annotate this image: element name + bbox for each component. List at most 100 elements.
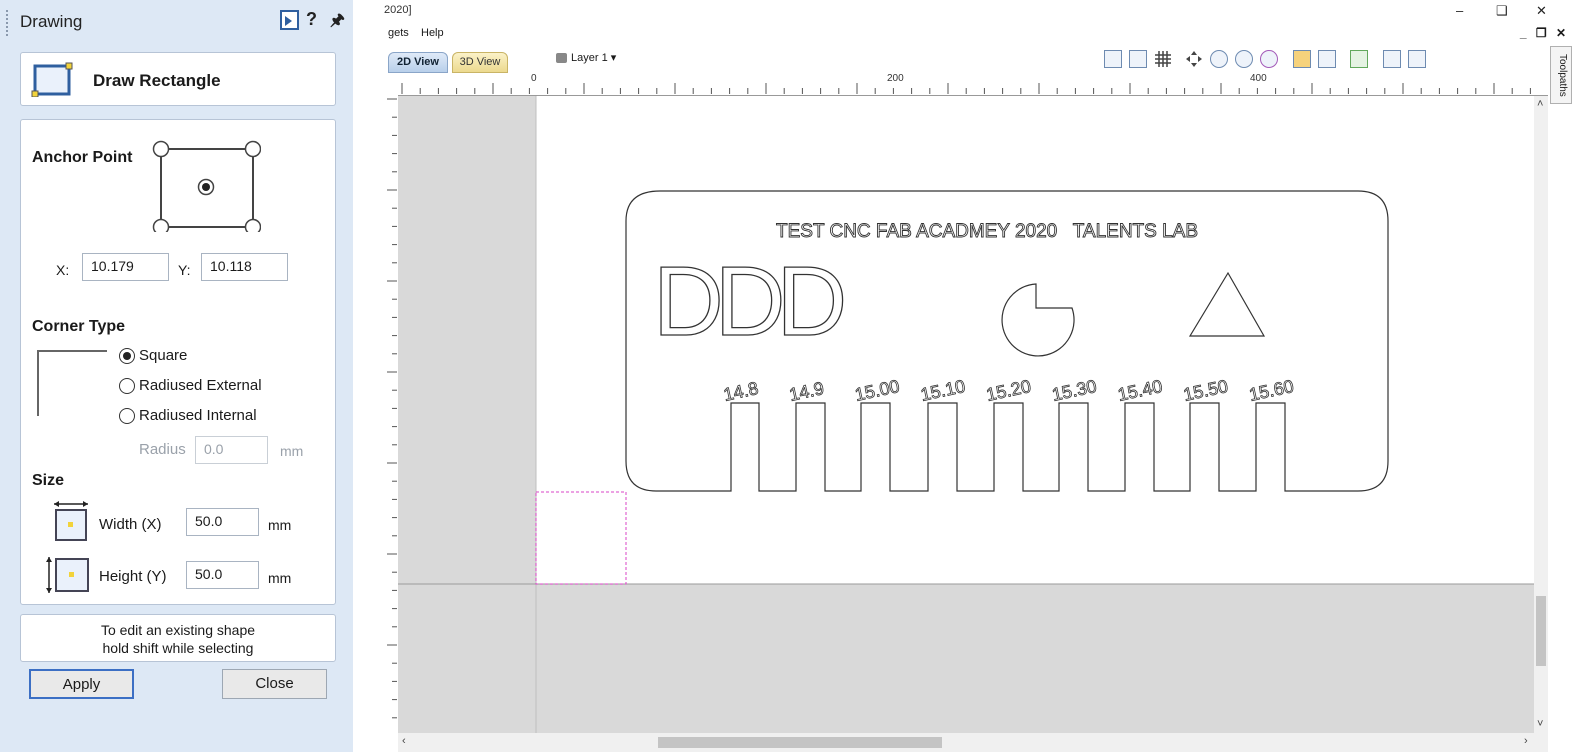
hint-line-2: hold shift while selecting xyxy=(102,640,254,656)
x-label: X: xyxy=(56,262,70,278)
horizontal-ruler: 0 200 400 xyxy=(398,73,1548,96)
radius-label: Radius xyxy=(139,441,186,458)
drag-grip[interactable] xyxy=(6,10,11,36)
vertical-ruler xyxy=(384,95,399,735)
pan-icon[interactable] xyxy=(1185,50,1203,68)
zoom-fit-icon[interactable] xyxy=(1235,50,1253,68)
ruler-ticks xyxy=(401,83,1531,94)
drawing-canvas[interactable]: TEST CNC FAB ACADMEY 2020 TALENTS LAB DD… xyxy=(398,96,1534,733)
draw-vector-icon[interactable] xyxy=(1104,50,1122,68)
radius-unit: mm xyxy=(280,443,304,459)
corner-type-label: Corner Type xyxy=(32,318,126,335)
snap-icon[interactable] xyxy=(1129,50,1147,68)
corner-preview xyxy=(37,350,107,416)
layer-dropdown[interactable]: Layer 1 ▾ xyxy=(556,51,616,64)
zoom-in-icon[interactable] xyxy=(1210,50,1228,68)
layer-label: Layer 1 ▾ xyxy=(571,52,617,64)
height-input[interactable]: 50.0 xyxy=(186,561,259,589)
scroll-left-arrow[interactable]: ‹ xyxy=(402,735,406,747)
design-drawing[interactable]: TEST CNC FAB ACADMEY 2020 TALENTS LAB DD… xyxy=(398,96,1534,733)
corner-square-label[interactable]: Square xyxy=(139,347,187,364)
anchor-point-selector[interactable] xyxy=(151,140,261,232)
slot-label: 15.60 xyxy=(1247,376,1295,405)
ruler-label-200: 200 xyxy=(887,73,904,84)
corner-radiused-external-radio[interactable] xyxy=(119,378,135,394)
panel-title: Drawing xyxy=(20,12,83,31)
close-button[interactable]: Close xyxy=(222,669,327,699)
drawing-panel: Drawing ? 🖈 Draw Rectangle Anchor Point … xyxy=(0,0,353,752)
tool-header: Draw Rectangle xyxy=(20,52,336,106)
slot-label: 15.40 xyxy=(1116,376,1164,405)
toolpaths-tab[interactable]: Toolpaths xyxy=(1550,46,1572,104)
anchor-top-right xyxy=(244,140,261,158)
pie-shape xyxy=(1001,283,1075,357)
options-box: Anchor Point X: 10.179 Y: 10.118 Corner … xyxy=(20,119,336,605)
tab-2d-view[interactable]: 2D View xyxy=(388,52,448,73)
slot-label: 15.10 xyxy=(919,376,967,405)
dock-icon[interactable] xyxy=(280,10,299,30)
height-unit: mm xyxy=(268,570,292,586)
layout-split-h-icon[interactable] xyxy=(1383,50,1401,68)
slot-label: 15.50 xyxy=(1182,376,1230,405)
hint-line-1: To edit an existing shape xyxy=(100,622,256,638)
minimize-button[interactable]: – xyxy=(1456,3,1463,18)
tab-3d-view[interactable]: 3D View xyxy=(452,52,508,73)
horizontal-scrollbar[interactable]: ‹ › xyxy=(398,733,1548,752)
anchor-top-left xyxy=(152,140,170,158)
design-title: TEST CNC FAB ACADMEY 2020 TALENTS LAB xyxy=(776,221,1198,242)
help-icon[interactable]: ? xyxy=(306,9,317,30)
window-title: 2020] xyxy=(384,4,412,16)
corner-radiused-external-label[interactable]: Radiused External xyxy=(139,377,262,394)
layout-split-v-icon[interactable] xyxy=(1408,50,1426,68)
hint-box: To edit an existing shape hold shift whi… xyxy=(20,614,336,662)
grid-icon[interactable] xyxy=(1154,50,1172,68)
app-window: 2020] – ❑ ✕ gets Help _ ❐ ✕ 2D View 3D V… xyxy=(384,0,1573,752)
zoom-selection-icon[interactable] xyxy=(1260,50,1278,68)
vertical-scroll-thumb[interactable] xyxy=(1536,596,1546,666)
corner-radiused-internal-radio[interactable] xyxy=(119,408,135,424)
anchor-point-label: Anchor Point xyxy=(32,149,133,166)
anchor-bottom-left xyxy=(152,218,170,232)
horizontal-scroll-thumb[interactable] xyxy=(658,737,942,748)
rectangle-tool-icon xyxy=(31,62,73,97)
new-rectangle-preview xyxy=(535,491,627,585)
menu-gadgets[interactable]: gets xyxy=(388,27,409,39)
slot-label: 14.9 xyxy=(787,378,825,405)
apply-button[interactable]: Apply xyxy=(29,669,134,699)
mdi-controls[interactable]: _ ❐ ✕ xyxy=(1520,26,1569,40)
width-unit: mm xyxy=(268,517,292,533)
vertical-scrollbar[interactable]: ˄ ˅ xyxy=(1534,96,1548,733)
menu-help[interactable]: Help xyxy=(421,27,444,39)
tool-title: Draw Rectangle xyxy=(93,71,221,90)
select-icon[interactable] xyxy=(1293,50,1311,68)
ruler-label-0: 0 xyxy=(531,73,537,84)
width-input[interactable]: 50.0 xyxy=(186,508,259,536)
width-label: Width (X) xyxy=(99,516,162,533)
scroll-down-arrow[interactable]: ˅ xyxy=(1537,718,1543,730)
pin-icon[interactable]: 🖈 xyxy=(330,9,345,36)
node-edit-icon[interactable] xyxy=(1318,50,1336,68)
width-icon xyxy=(54,501,88,541)
panel-header: Drawing ? 🖈 xyxy=(0,0,353,44)
height-label: Height (Y) xyxy=(99,568,167,585)
x-input[interactable]: 10.179 xyxy=(82,253,169,281)
window-close-button[interactable]: ✕ xyxy=(1536,3,1547,19)
menu-bar: gets Help _ ❐ ✕ xyxy=(384,25,1573,43)
y-input[interactable]: 10.118 xyxy=(201,253,288,281)
render-icon[interactable] xyxy=(1350,50,1368,68)
scroll-up-arrow[interactable]: ˄ xyxy=(1537,98,1543,110)
size-label: Size xyxy=(32,472,65,489)
slot-label: 15.30 xyxy=(1050,376,1098,405)
radius-input[interactable]: 0.0 xyxy=(195,436,268,464)
corner-radiused-internal-label[interactable]: Radiused Internal xyxy=(139,407,257,424)
restore-button[interactable]: ❑ xyxy=(1496,3,1508,19)
triangle-shape xyxy=(1188,271,1266,337)
slot-label: 15.00 xyxy=(853,376,901,405)
corner-square-radio[interactable] xyxy=(119,348,135,364)
slot-label: 14.8 xyxy=(722,378,760,405)
design-letters: DDD xyxy=(653,246,844,356)
layer-icon xyxy=(556,53,567,64)
anchor-bottom-right xyxy=(244,218,261,232)
ruler-ticks-vertical xyxy=(387,98,397,719)
scroll-right-arrow[interactable]: › xyxy=(1524,735,1528,747)
